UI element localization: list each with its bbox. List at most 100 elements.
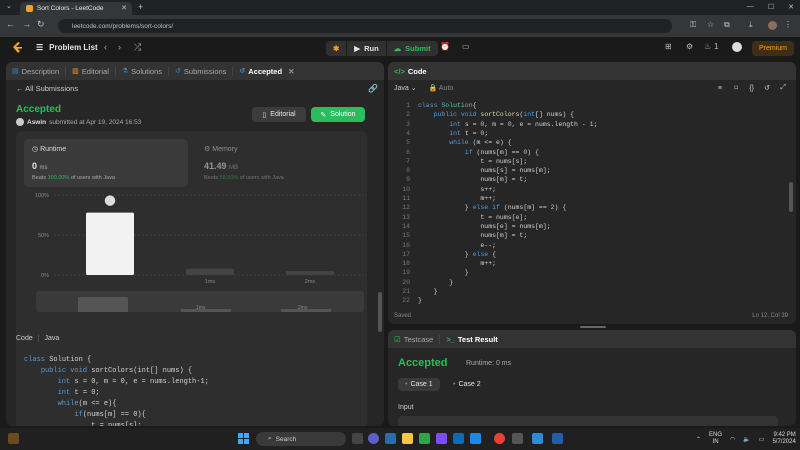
solution-button[interactable]: ✎ Solution (311, 107, 365, 122)
chat-icon[interactable] (368, 433, 379, 444)
volume-icon[interactable]: 🔈 (743, 436, 750, 443)
vscode-icon[interactable] (532, 433, 543, 444)
shuffle-icon[interactable]: ⤮ (134, 42, 141, 53)
url-input[interactable]: leetcode.com/problems/sort-colors/ (58, 19, 672, 33)
close-tab-icon[interactable]: ✕ (288, 67, 294, 76)
runtime-card[interactable]: ◷ Runtime 0 ms Beats 100.00% of users wi… (24, 139, 188, 187)
back-icon[interactable]: ← (6, 19, 15, 29)
editor-code-line: if (nums[m] == 0) { (418, 148, 539, 156)
widgets-icon[interactable] (8, 433, 19, 444)
language-select-value: Java (394, 85, 409, 92)
file-explorer-icon[interactable] (402, 433, 413, 444)
premium-button[interactable]: Premium (752, 41, 795, 56)
settings-gear-icon[interactable]: ⚙ (686, 42, 693, 51)
profile-avatar[interactable] (768, 21, 777, 30)
minimize-icon[interactable]: — (747, 3, 754, 11)
teams-icon[interactable] (436, 433, 447, 444)
tab-accepted[interactable]: ↺ Accepted ✕ (233, 67, 300, 76)
code-editor[interactable]: 1 class Solution{2 public void sortColors… (388, 98, 796, 308)
maximize-icon[interactable]: ☐ (768, 3, 774, 11)
submit-button[interactable]: ☁ Submit (386, 41, 438, 56)
alarm-icon[interactable]: ⏰ (440, 42, 450, 51)
search-icon: ⌕ (268, 435, 272, 442)
clock-icon: ◷ (32, 146, 41, 153)
auto-mode-label: Auto (438, 85, 454, 92)
window-close-icon[interactable]: ✕ (788, 3, 794, 11)
editor-code-line: } else { (418, 250, 497, 258)
case-1-tab[interactable]: • Case 1 (398, 378, 440, 391)
taskbar-search-label: Search (275, 435, 297, 443)
code-line: public void sortColors(int[] nums) { (40, 367, 193, 375)
user-avatar (16, 118, 24, 126)
close-tab-icon[interactable]: ✕ (121, 4, 127, 12)
wifi-icon[interactable]: ◠ (730, 436, 735, 443)
editor-code-line: nums[m] = t; (418, 232, 528, 240)
fire-icon[interactable]: ♨ (704, 42, 711, 51)
debug-button[interactable]: ✱ (326, 41, 347, 56)
code-panel-header: </> Code (388, 62, 796, 80)
tab-solutions[interactable]: ⚗ Solutions (116, 66, 170, 76)
key-icon[interactable]: ⚿ (690, 20, 696, 30)
code-line: int s = 0, m = 0, e = nums.length-1; (57, 378, 209, 386)
new-tab-icon[interactable]: + (138, 2, 143, 12)
language-indicator[interactable]: ENG IN (709, 432, 722, 446)
battery-icon[interactable]: ▭ (759, 436, 765, 443)
braces-icon[interactable]: {} (749, 85, 754, 92)
left-panel-scrollbar[interactable] (378, 292, 382, 332)
windows-start-icon[interactable] (238, 433, 249, 444)
tab-description[interactable]: ▤ Description (6, 66, 67, 76)
chevron-up-icon[interactable]: ⌃ (696, 436, 701, 443)
prev-problem-icon[interactable]: ‹ (104, 42, 107, 52)
extensions-icon[interactable]: ⧉ (724, 20, 730, 30)
tab-test-result[interactable]: >_ Test Result (440, 335, 503, 344)
tab-submissions-label: Submissions (183, 66, 227, 76)
language-select[interactable]: Java ⌄ (394, 84, 417, 92)
fullscreen-icon[interactable]: ⤢ (780, 84, 786, 92)
chart-overview-slider[interactable]: 1ms 2ms (36, 291, 364, 312)
panel-resize-handle[interactable] (580, 326, 606, 328)
browser-tab[interactable]: Sort Colors - LeetCode ✕ (20, 2, 132, 15)
reset-icon[interactable]: ↺ (764, 84, 770, 92)
leetcode-logo-icon[interactable] (12, 42, 22, 54)
bookmark-star-icon[interactable]: ☆ (707, 20, 714, 29)
next-problem-icon[interactable]: › (118, 42, 121, 52)
outlook-icon[interactable] (453, 433, 464, 444)
code-tab[interactable]: </> Code (388, 67, 433, 76)
tab-editorial[interactable]: ▥ Editorial (66, 66, 116, 76)
task-view-icon[interactable] (352, 433, 363, 444)
user-avatar[interactable] (732, 42, 742, 52)
list-icon: ☰ (36, 43, 44, 52)
edge-icon[interactable] (385, 433, 396, 444)
forward-icon[interactable]: → (22, 19, 31, 29)
run-button[interactable]: ▶ Run (347, 41, 386, 56)
tab-search-icon[interactable]: ⌄ (6, 2, 12, 10)
link-icon[interactable]: 🔗 (368, 84, 378, 93)
reload-icon[interactable]: ↻ (37, 19, 45, 30)
tab-testcase[interactable]: ☑ Testcase (388, 334, 441, 344)
note-icon[interactable]: ▭ (462, 42, 470, 51)
clock[interactable]: 9:42 PM 5/7/2024 (772, 432, 795, 446)
chrome-icon[interactable] (494, 433, 505, 444)
taskbar-search[interactable]: ⌕ Search (256, 432, 346, 446)
app-icon[interactable] (512, 433, 523, 444)
problem-list-button[interactable]: ☰ Problem List (36, 43, 98, 52)
case-2-tab[interactable]: • Case 2 (446, 378, 488, 391)
tab-submissions[interactable]: ↺ Submissions (169, 66, 234, 76)
memory-value: 41.49 MB (204, 161, 238, 171)
all-submissions-link[interactable]: ← All Submissions (16, 84, 78, 93)
editor-scrollbar[interactable] (789, 182, 793, 212)
browser-menu-icon[interactable]: ⋮ (784, 20, 792, 29)
whatsapp-icon[interactable] (419, 433, 430, 444)
mail-icon[interactable] (470, 433, 481, 444)
memory-card[interactable]: ⚙ Memory 41.49 MB Beats 58.60% of users … (196, 139, 360, 187)
memory-beats-prefix: Beats (204, 175, 219, 181)
input-value-box[interactable] (398, 416, 778, 426)
downloads-icon[interactable]: ⤓ (749, 20, 753, 30)
auto-mode-toggle[interactable]: 🔒 Auto (429, 84, 454, 92)
layout-grid-icon[interactable]: ⊞ (665, 42, 672, 51)
editorial-button[interactable]: ▯ Editorial (252, 107, 306, 122)
bookmark-icon[interactable]: ⌑ (734, 84, 738, 92)
app-icon[interactable] (552, 433, 563, 444)
username[interactable]: Aswin (27, 119, 46, 126)
format-icon[interactable]: ≡ (718, 85, 722, 92)
